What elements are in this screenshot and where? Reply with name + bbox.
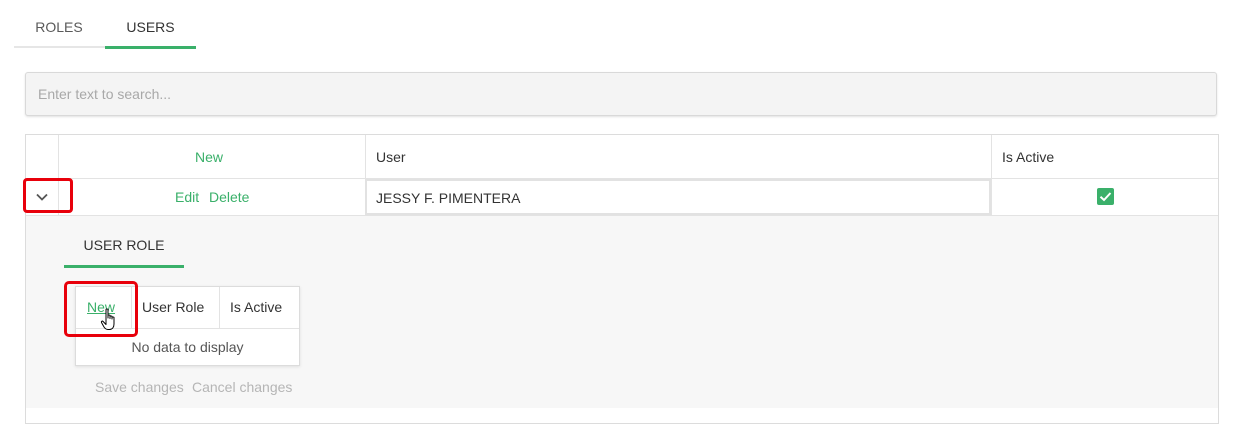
search-box (25, 72, 1217, 116)
tab-roles[interactable]: ROLES (14, 18, 104, 46)
new-row-link[interactable]: New (195, 149, 223, 165)
delete-row-link[interactable]: Delete (209, 189, 249, 205)
edit-row-link[interactable]: Edit (175, 189, 199, 205)
tab-users-active-indicator (105, 46, 196, 49)
column-header-user[interactable]: User (376, 149, 406, 165)
inner-grid-col-divider (219, 287, 220, 328)
is-active-checkbox[interactable] (1097, 188, 1114, 205)
user-cell-editor[interactable]: JESSY F. PIMENTERA (365, 179, 991, 215)
checkmark-icon (1099, 192, 1112, 202)
tab-user-role-active-indicator (64, 265, 184, 268)
tab-user-role[interactable]: USER ROLE (64, 237, 184, 253)
column-header-user-role[interactable]: User Role (142, 299, 204, 315)
hand-cursor-icon (100, 308, 120, 332)
search-input[interactable] (26, 73, 1216, 115)
grid-col-divider (365, 135, 366, 179)
save-changes-link[interactable]: Save changes (95, 379, 184, 395)
grid-col-divider (991, 135, 992, 215)
tab-users[interactable]: USERS (105, 18, 196, 46)
highlight-expand-button (23, 178, 73, 213)
column-header-is-active[interactable]: Is Active (1002, 149, 1054, 165)
user-cell-value: JESSY F. PIMENTERA (376, 190, 521, 206)
empty-grid-message: No data to display (131, 339, 244, 355)
cancel-changes-link[interactable]: Cancel changes (192, 379, 292, 395)
column-header-user-role-is-active[interactable]: Is Active (230, 299, 282, 315)
